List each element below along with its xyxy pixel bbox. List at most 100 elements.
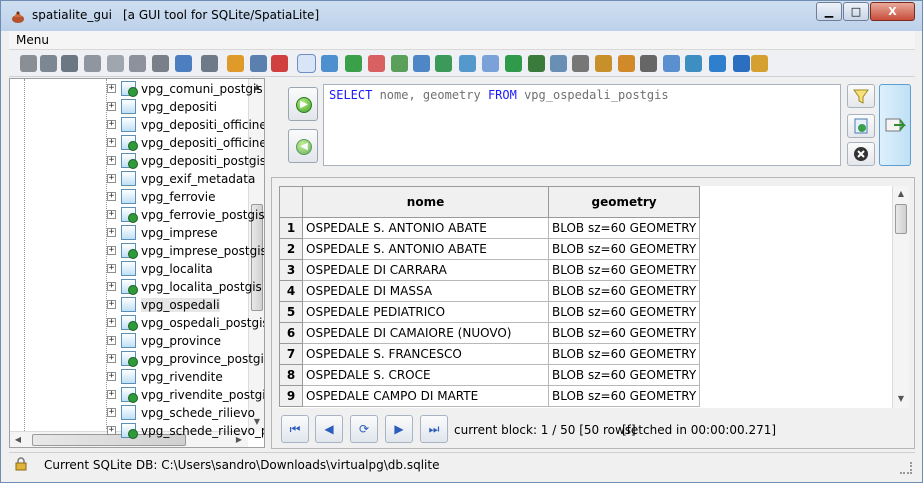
exit-icon[interactable] [751,55,768,72]
table-row[interactable]: 7 OSPEDALE S. FRANCESCO BLOB sz=60 GEOMETR… [279,343,701,365]
table-row[interactable]: 6 OSPEDALE DI CAMAIORE (NUOVO) BLOB sz=60 … [279,322,701,344]
tree-item[interactable]: + vpg_ferrovie [105,188,255,206]
tree-item[interactable]: + vpg_localita_postgis [105,278,262,296]
tree-item[interactable]: + vpg_province [105,332,255,350]
tree-item[interactable]: + vpg_ferrovie_postgis [105,206,264,224]
tree-item[interactable]: + vpg_localita [105,260,255,278]
spatialite-version-icon[interactable] [368,55,385,72]
sql-editor[interactable]: SELECT nome, geometry FROM vpg_ospedali_… [323,84,841,166]
close-button[interactable]: X [870,2,915,21]
db-tree-panel[interactable]: ▲ ▼ ◀ ▶ + vpg_comuni_postgis + vpg_depositi… [9,78,265,448]
expand-icon[interactable]: + [107,84,116,93]
row-number[interactable]: 3 [279,259,303,281]
table-row[interactable]: 8 OSPEDALE S. CROCE BLOB sz=60 GEOMETRY [279,364,701,386]
refresh-button[interactable]: ⟳ [350,415,378,443]
expand-icon[interactable]: + [107,354,116,363]
memory-load-icon[interactable] [129,55,146,72]
cell-nome[interactable]: OSPEDALE DI CARRARA [302,259,549,281]
row-number[interactable]: 8 [279,364,303,386]
query-view-composer-icon[interactable] [297,54,316,73]
title-bar[interactable]: spatialite_gui [a GUI tool for SQLite/Sp… [1,1,922,31]
load-xml-icon[interactable] [550,55,567,72]
virtual-dbf-icon[interactable] [482,55,499,72]
results-scroll-thumb[interactable] [895,204,907,234]
expand-icon[interactable]: + [107,372,116,381]
tree-item[interactable]: + vpg_province_postgis [105,350,264,368]
clear-sql-button[interactable] [847,142,875,166]
expand-icon[interactable]: + [107,264,116,273]
expand-icon[interactable]: + [107,336,116,345]
memory-save-icon[interactable] [107,55,124,72]
cell-geometry[interactable]: BLOB sz=60 GEOMETRY [547,343,701,365]
memory-export-icon[interactable] [152,55,169,72]
cell-nome[interactable]: OSPEDALE CAMPO DI MARTE [302,385,549,407]
results-vertical-scrollbar[interactable]: ▲ ▼ [892,186,909,408]
virtual-shp-icon[interactable] [250,55,267,72]
tree-item[interactable]: + vpg_rivendite [105,368,255,386]
cell-geometry[interactable]: BLOB sz=60 GEOMETRY [547,259,701,281]
help-icon[interactable] [709,55,726,72]
last-block-button[interactable]: ⏭ [420,415,448,443]
query-history-back-button[interactable]: ◀ [288,129,318,163]
expand-icon[interactable]: + [107,138,116,147]
next-block-button[interactable]: ▶ [385,415,413,443]
column-header-geometry[interactable]: geometry [547,186,701,218]
row-number[interactable]: 4 [279,280,303,302]
tree-item[interactable]: + vpg_depositi [105,98,255,116]
row-number[interactable]: 5 [279,301,303,323]
network-icon[interactable] [271,55,288,72]
column-header-nome[interactable]: nome [302,186,549,218]
tree-item[interactable]: + vpg_imprese [105,224,255,242]
results-grid[interactable]: nome geometry 1 OSPEDALE S. ANTONIO ABATE… [279,186,909,408]
cell-nome[interactable]: OSPEDALE DI CAMAIORE (NUOVO) [302,322,549,344]
about-icon[interactable] [733,55,750,72]
cell-geometry[interactable]: BLOB sz=60 GEOMETRY [547,322,701,344]
expand-icon[interactable]: + [107,156,116,165]
tree-item[interactable]: + vpg_depositi_officine [105,116,264,134]
row-number[interactable]: 1 [279,217,303,239]
expand-icon[interactable]: + [107,192,116,201]
expand-icon[interactable]: + [107,318,116,327]
execute-sql-button[interactable] [879,84,911,166]
tree-item[interactable]: + vpg_ospedali_postgis [105,314,264,332]
check-geometry-icon[interactable] [595,55,612,72]
tree-item[interactable]: + vpg_rivendite_postgis [105,386,264,404]
cell-nome[interactable]: OSPEDALE S. ANTONIO ABATE [302,217,549,239]
charset-icon[interactable] [391,55,408,72]
vacuum-icon[interactable] [175,55,192,72]
resize-grip-icon[interactable] [900,462,912,474]
create-db-icon[interactable] [61,55,78,72]
connect-icon[interactable] [20,55,37,72]
memory-db-icon[interactable] [84,55,101,72]
expand-icon[interactable]: + [107,120,116,129]
attach-db-icon[interactable] [321,55,338,72]
expand-icon[interactable]: + [107,282,116,291]
load-dbf-icon[interactable] [459,55,476,72]
cell-nome[interactable]: OSPEDALE S. FRANCESCO [302,343,549,365]
sql-log-icon[interactable] [345,55,362,72]
table-row[interactable]: 2 OSPEDALE S. ANTONIO ABATE BLOB sz=60 GEO… [279,238,701,260]
virtual-xl-icon[interactable] [528,55,545,72]
load-xl-icon[interactable] [505,55,522,72]
dxf-icon[interactable] [640,55,657,72]
cell-geometry[interactable]: BLOB sz=60 GEOMETRY [547,217,701,239]
cell-geometry[interactable]: BLOB sz=60 GEOMETRY [547,385,701,407]
row-number[interactable]: 7 [279,343,303,365]
load-txt-icon[interactable] [413,55,430,72]
sql-script-icon[interactable] [201,55,218,72]
cell-geometry[interactable]: BLOB sz=60 GEOMETRY [547,364,701,386]
load-shp-icon[interactable] [227,55,244,72]
expand-icon[interactable]: + [107,408,116,417]
cell-nome[interactable]: OSPEDALE S. ANTONIO ABATE [302,238,549,260]
expand-icon[interactable]: + [107,174,116,183]
cell-geometry[interactable]: BLOB sz=60 GEOMETRY [547,238,701,260]
cell-geometry[interactable]: BLOB sz=60 GEOMETRY [547,280,701,302]
expand-icon[interactable]: + [107,246,116,255]
table-row[interactable]: 9 OSPEDALE CAMPO DI MARTE BLOB sz=60 GEOME… [279,385,701,407]
scroll-up-icon[interactable]: ▲ [893,186,909,202]
expand-icon[interactable]: + [107,426,116,435]
tree-item[interactable]: + vpg_depositi_postgis [105,152,264,170]
row-number[interactable]: 6 [279,322,303,344]
virtual-csv-icon[interactable] [435,55,452,72]
tree-item[interactable]: + vpg_imprese_postgis [105,242,264,260]
